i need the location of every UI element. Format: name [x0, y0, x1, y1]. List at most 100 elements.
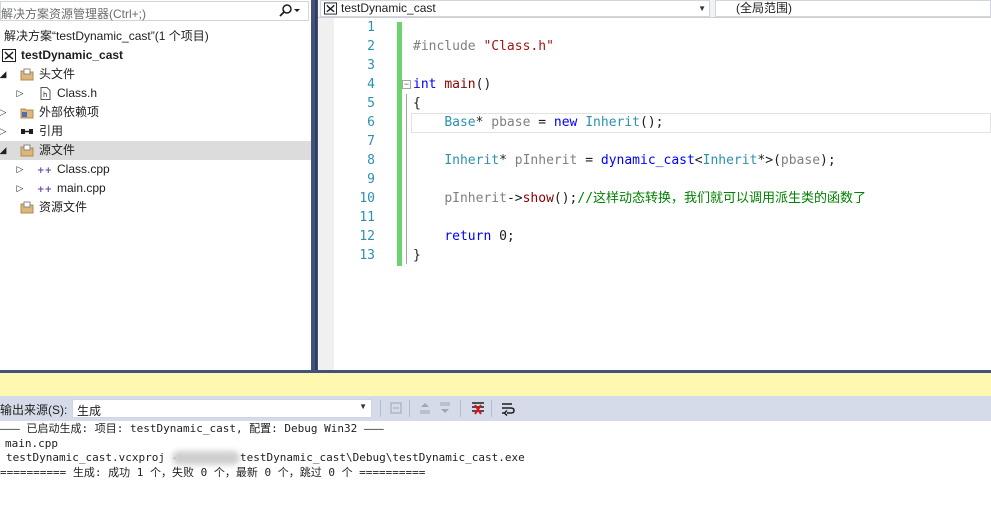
output-line: main.cpp: [5, 437, 58, 450]
references-icon: [21, 129, 33, 134]
next-message-icon[interactable]: [437, 400, 453, 416]
output-line: ========== 生成: 成功 1 个，失败 0 个，最新 0 个，跳过 0…: [0, 466, 426, 479]
line-number: 7: [367, 134, 375, 149]
code-line-6: Base* pbase = new Inherit();: [413, 113, 663, 132]
collapsed-arrow-icon[interactable]: ▷: [0, 122, 8, 141]
token: =: [530, 115, 554, 130]
token: show: [522, 191, 554, 206]
tree-item-label: Class.cpp: [57, 162, 110, 176]
solution-explorer: 解决方案资源管理器(Ctrl+;) 解决方案“testDynamic_cast”…: [0, 0, 311, 370]
code-line-10: pInherit->show();//这样动态转换，我们就可以调用派生类的函数了: [413, 189, 866, 208]
token: pbase: [491, 115, 531, 130]
token: );: [820, 153, 836, 168]
project-scope-dropdown[interactable]: testDynamic_cast ▼: [320, 0, 710, 17]
token: Inherit: [702, 153, 758, 168]
chevron-down-icon: ▼: [359, 402, 367, 411]
global-scope-value: (全局范围): [736, 1, 792, 15]
redacted-path: [172, 451, 240, 465]
filter-folder-icon: [20, 201, 34, 214]
expanded-arrow-icon[interactable]: ◢: [0, 141, 8, 160]
output-line: testDynamic_cast\Debug\testDynamic_cast.…: [240, 451, 525, 464]
toolbar-separator: [409, 400, 410, 417]
tree-item-label: Class.h: [57, 86, 98, 100]
tree-folder-header-files[interactable]: ◢ 头文件: [0, 65, 311, 84]
output-text-area[interactable]: ——— 已启动生成: 项目: testDynamic_cast, 配置: Deb…: [0, 421, 991, 526]
line-number: 3: [367, 58, 375, 73]
project-node[interactable]: testDynamic_cast: [0, 46, 311, 65]
token: *: [499, 153, 507, 168]
tree-item-label: 头文件: [39, 67, 76, 81]
token: Inherit: [444, 153, 500, 168]
tree-item-label: main.cpp: [57, 181, 106, 195]
tree-folder-external-deps[interactable]: ▷ 外部依赖项: [0, 103, 311, 122]
token: pInherit: [514, 153, 578, 168]
token: new: [553, 115, 578, 130]
collapsed-arrow-icon[interactable]: ▷: [15, 179, 25, 198]
svg-text:++: ++: [37, 185, 51, 195]
line-number: 13: [359, 248, 375, 263]
token: return: [444, 229, 492, 244]
token: *: [475, 115, 484, 130]
tree-folder-source-files[interactable]: ◢ 源文件: [0, 141, 311, 160]
change-tracking-bar: [397, 22, 402, 266]
go-to-message-icon[interactable]: [388, 400, 404, 416]
filter-folder-icon: [20, 144, 34, 157]
tree-item-label: 源文件: [39, 143, 76, 157]
line-number: 8: [367, 153, 375, 168]
solution-label: 解决方案“testDynamic_cast”(1 个项目): [4, 29, 209, 43]
token: "Class.h": [483, 39, 554, 54]
svg-text:++: ++: [37, 166, 51, 176]
code-editor[interactable]: 1 2 3 4 5 6 7 8 9 10 11 12 13 − #include…: [318, 18, 991, 370]
collapsed-arrow-icon[interactable]: ▷: [0, 103, 8, 122]
line-number: 9: [367, 172, 375, 187]
clear-all-icon[interactable]: [470, 400, 486, 416]
token: pbase: [780, 153, 821, 168]
token: *>(: [757, 153, 781, 168]
line-number: 10: [359, 191, 375, 206]
output-source-select[interactable]: 生成 ▼: [72, 399, 372, 418]
tree-references[interactable]: ▷ 引用: [0, 122, 311, 141]
collapsed-arrow-icon[interactable]: ▷: [15, 160, 25, 179]
token: Inherit: [585, 115, 641, 130]
token: #include: [413, 39, 476, 54]
solution-node[interactable]: 解决方案“testDynamic_cast”(1 个项目): [0, 27, 311, 46]
token: pInherit: [444, 191, 507, 206]
tree-file-class-cpp[interactable]: ▷ ++ Class.cpp: [0, 160, 311, 179]
word-wrap-icon[interactable]: [500, 400, 516, 416]
collapse-outline-icon[interactable]: −: [402, 80, 411, 89]
global-scope-dropdown[interactable]: (全局范围): [715, 0, 991, 17]
code-line-8: Inherit* pInherit = dynamic_cast<Inherit…: [413, 151, 836, 170]
token: ->: [506, 191, 523, 206]
project-icon: [324, 2, 337, 15]
expanded-arrow-icon[interactable]: ◢: [0, 65, 8, 84]
previous-message-icon[interactable]: [417, 400, 433, 416]
token: (): [475, 77, 492, 92]
token: main: [444, 77, 476, 92]
token: {: [413, 96, 421, 111]
project-icon: [2, 49, 16, 62]
collapsed-arrow-icon[interactable]: ▷: [15, 84, 25, 103]
tree-item-label: 外部依赖项: [39, 105, 100, 119]
solution-search-input[interactable]: 解决方案资源管理器(Ctrl+;): [0, 1, 309, 21]
output-line: ——— 已启动生成: 项目: testDynamic_cast, 配置: Deb…: [0, 422, 384, 435]
cpp-file-icon: ++: [37, 166, 51, 176]
indicator-margin: [318, 18, 334, 370]
line-number: 12: [359, 229, 375, 244]
editor-navigation-bar: testDynamic_cast ▼ (全局范围): [318, 0, 991, 18]
splitter-line: [315, 0, 317, 370]
token: =: [577, 153, 601, 168]
svg-text:h: h: [43, 91, 47, 99]
search-icon[interactable]: [276, 3, 304, 19]
line-number: 5: [367, 96, 375, 111]
search-placeholder: 解决方案资源管理器(Ctrl+;): [1, 7, 146, 21]
project-label: testDynamic_cast: [21, 48, 124, 62]
tree-file-main-cpp[interactable]: ▷ ++ main.cpp: [0, 179, 311, 198]
toolbar-separator: [380, 400, 381, 417]
tree-folder-resource-files[interactable]: 资源文件: [0, 198, 311, 217]
tree-file-class-h[interactable]: ▷ h Class.h: [0, 84, 311, 103]
code-line-13: }: [413, 246, 421, 265]
code-line-2: #include "Class.h": [413, 37, 554, 56]
code-line-4: int main(): [413, 75, 491, 94]
outline-guide: [406, 94, 407, 264]
token: dynamic_cast: [600, 153, 695, 168]
